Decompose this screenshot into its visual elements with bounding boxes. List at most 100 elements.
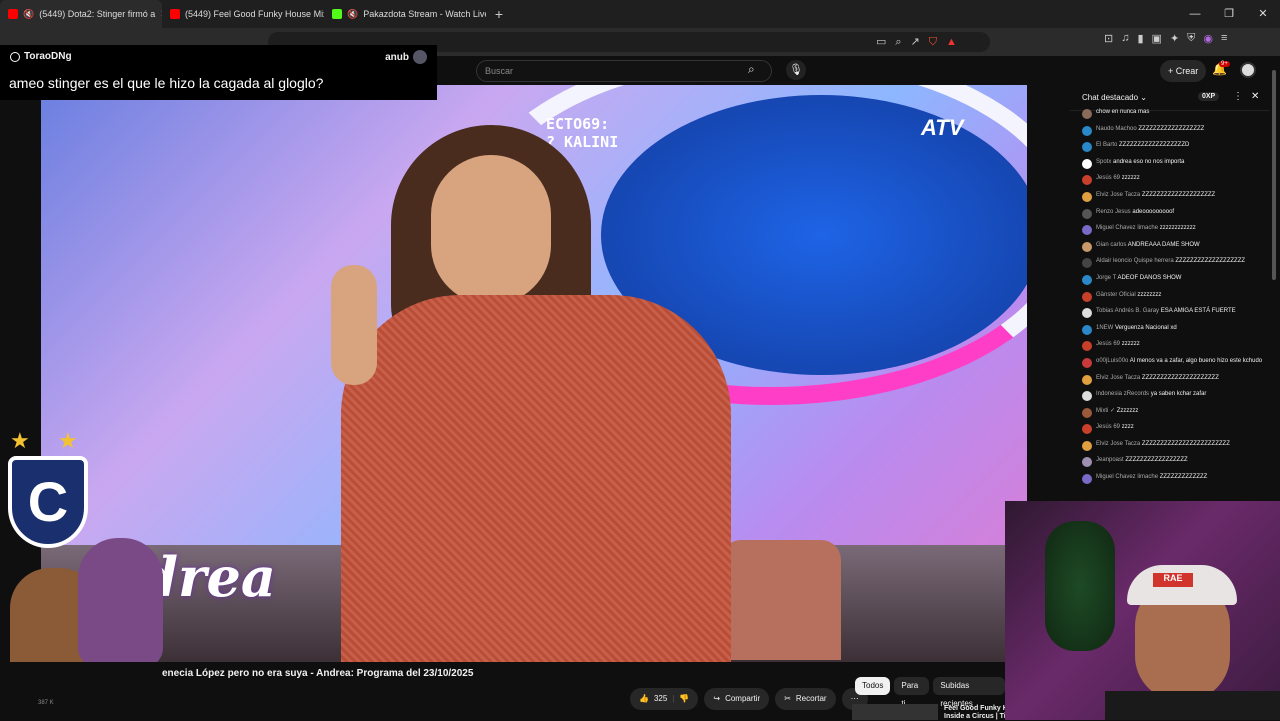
chat-mode-select[interactable]: Chat destacado ⌄ — [1082, 93, 1147, 102]
browser-tab-2[interactable]: 🔇 Pakazdota Stream - Watch Live o — [324, 0, 486, 28]
chat-author[interactable]: Spotx — [1096, 159, 1111, 165]
avatar[interactable] — [1082, 291, 1092, 302]
sidebar-icon[interactable]: ▮ — [1137, 32, 1143, 45]
avatar[interactable] — [1082, 474, 1092, 485]
search-icon[interactable]: ⌕ — [748, 62, 755, 77]
chat-text: Al menos va a zafar, algo bueno hizo est… — [1129, 357, 1263, 364]
zoom-icon[interactable]: ⌕ — [895, 32, 901, 52]
browser-tab-0[interactable]: 🔇 (5449) Dota2: Stinger firmó a ✕ — [0, 0, 162, 28]
chat-author[interactable]: Elviz Jose Tacza — [1096, 375, 1140, 381]
rec-title[interactable]: Feel Good Funky Ho Inside a Circus | Tin — [944, 705, 1012, 721]
mic-icon[interactable]: 🎙 — [786, 60, 806, 80]
avatar[interactable] — [1082, 158, 1092, 169]
overlay-user: ToraoDNg — [10, 51, 72, 62]
share-button[interactable]: ↪ Compartir — [704, 688, 770, 710]
chat-author[interactable]: Jorge T — [1096, 275, 1116, 281]
rec-thumbnail[interactable] — [852, 704, 938, 720]
chat-author[interactable]: Jeanpoast — [1096, 457, 1124, 463]
points-badge[interactable]: 0XP — [1198, 92, 1220, 101]
chat-author[interactable]: 1NEW — [1096, 325, 1113, 331]
close-window-button[interactable]: ✕ — [1246, 0, 1280, 28]
chat-author[interactable]: Gian carlos — [1096, 242, 1126, 248]
chat-author[interactable]: Jesús 69 — [1096, 424, 1120, 430]
create-button[interactable]: + Crear — [1160, 60, 1207, 82]
more-vert-icon[interactable]: ⋮ — [1233, 91, 1243, 102]
youtube-favicon-icon — [170, 9, 180, 19]
scrollbar[interactable] — [1272, 70, 1276, 280]
mute-icon[interactable]: 🔇 — [347, 9, 358, 20]
avatar[interactable] — [1082, 225, 1092, 236]
avatar[interactable] — [1082, 308, 1092, 319]
avatar[interactable] — [1082, 391, 1092, 402]
chat-message: Jeanpoast ZZZZZZZZZZZZZZZZZ — [1082, 455, 1268, 472]
chat-author[interactable]: Elviz Jose Tacza — [1096, 192, 1140, 198]
brave-shield-icon[interactable]: ⛉ — [929, 32, 937, 52]
chat-author[interactable]: Indonesia zRecords — [1096, 391, 1149, 397]
minimize-button[interactable]: — — [1178, 0, 1212, 28]
avatar[interactable] — [1082, 407, 1092, 418]
browser-tab-1[interactable]: (5449) Feel Good Funky House Mix — [162, 0, 324, 28]
avatar[interactable] — [1082, 175, 1092, 186]
avatar[interactable] — [1082, 109, 1092, 119]
close-icon[interactable]: ✕ — [1251, 91, 1259, 102]
chat-author[interactable]: Jesús 69 — [1096, 175, 1120, 181]
extensions-icon[interactable]: ✦ — [1170, 32, 1179, 45]
avatar[interactable] — [1240, 62, 1256, 78]
menu-icon[interactable]: ≡ — [1221, 32, 1227, 45]
chat-author[interactable]: Naudo Machoo — [1096, 126, 1137, 132]
avatar[interactable] — [1082, 357, 1092, 368]
tab-search-icon[interactable]: ⊡ — [1104, 32, 1113, 45]
clip-button[interactable]: ✂ Recortar — [775, 688, 836, 710]
vpn-icon[interactable]: ⛨ — [1187, 32, 1195, 45]
avatar[interactable] — [1082, 191, 1092, 202]
chat-author[interactable]: Miguel Chavez limache — [1096, 225, 1158, 231]
chat-author[interactable]: El Barto — [1096, 142, 1117, 148]
chat-message-body: Jeanpoast ZZZZZZZZZZZZZZZZZ — [1096, 457, 1188, 464]
like-button[interactable]: 👍 325 | 👎 — [630, 688, 699, 710]
new-tab-button[interactable]: + — [486, 6, 512, 22]
avatar[interactable] — [1082, 457, 1092, 468]
chat-author[interactable]: Miguel Chavez limache — [1096, 474, 1158, 480]
chat-author[interactable]: Jesús 69 — [1096, 341, 1120, 347]
avatar[interactable] — [1082, 274, 1092, 285]
chat-author[interactable]: Renzo Jesus — [1096, 209, 1131, 215]
chat-author[interactable]: Gänster Oficial — [1096, 292, 1136, 298]
chip-recent[interactable]: Subidas recientes — [933, 677, 1005, 708]
restore-button[interactable]: ❐ — [1212, 0, 1246, 28]
extension-icons: ⊡ ♫ ▮ ▣ ✦ ⛨ ◉ ≡ — [1104, 32, 1227, 45]
share-icon[interactable]: ↗ — [911, 32, 920, 52]
chat-author[interactable]: Elviz Jose Tacza — [1096, 441, 1140, 447]
wallet-icon[interactable]: ▣ — [1152, 32, 1162, 45]
avatar[interactable] — [1082, 208, 1092, 219]
avatar[interactable] — [1082, 142, 1092, 153]
thumbs-down-icon[interactable]: 👎 — [679, 688, 689, 710]
chat-author[interactable]: Mixti ✓ — [1096, 408, 1115, 414]
chat-author[interactable]: Aldair leoncio Quispe herrera — [1096, 258, 1174, 264]
chat-message: 1NEW Verguenza Nacional xd — [1082, 323, 1268, 340]
avatar[interactable] — [1082, 324, 1092, 335]
chat-message-body: Elviz Jose Tacza ZZZZZZZZZZZZZZZZZZZZZ — [1096, 375, 1219, 382]
share-label: Compartir — [725, 694, 761, 703]
avatar[interactable] — [1082, 440, 1092, 451]
media-icon[interactable]: ♫ — [1121, 32, 1129, 45]
avatar[interactable] — [1082, 258, 1092, 269]
tab-label: (5449) Dota2: Stinger firmó a — [39, 9, 156, 19]
avatar[interactable] — [1082, 125, 1092, 136]
chat-author[interactable]: Tobias Andrés B. Garay — [1096, 308, 1159, 314]
avatar[interactable] — [1082, 424, 1092, 435]
avatar[interactable] — [1082, 374, 1092, 385]
avatar[interactable] — [1082, 241, 1092, 252]
video-player[interactable]: ATV ECTO69: ? KALINI ndrea — [41, 85, 1027, 662]
rewards-icon[interactable]: ▲ — [946, 32, 957, 52]
chip-todos[interactable]: Todos — [855, 677, 891, 695]
search-input[interactable]: Buscar — [476, 60, 772, 82]
chat-message-body: Jesús 69 zzzz — [1096, 424, 1134, 431]
cast-icon[interactable]: ▭ — [876, 32, 886, 52]
chat-author[interactable]: o00jLuis00o — [1096, 358, 1128, 364]
chat-text: ya saben kchar zafar — [1150, 391, 1207, 398]
chip-para-ti[interactable]: Para ti — [894, 677, 930, 708]
chat-message: Gian carlos ANDREAAA DAME SHOW — [1082, 240, 1268, 257]
leo-icon[interactable]: ◉ — [1203, 32, 1213, 45]
avatar[interactable] — [1082, 341, 1092, 352]
mute-icon[interactable]: 🔇 — [23, 9, 34, 20]
